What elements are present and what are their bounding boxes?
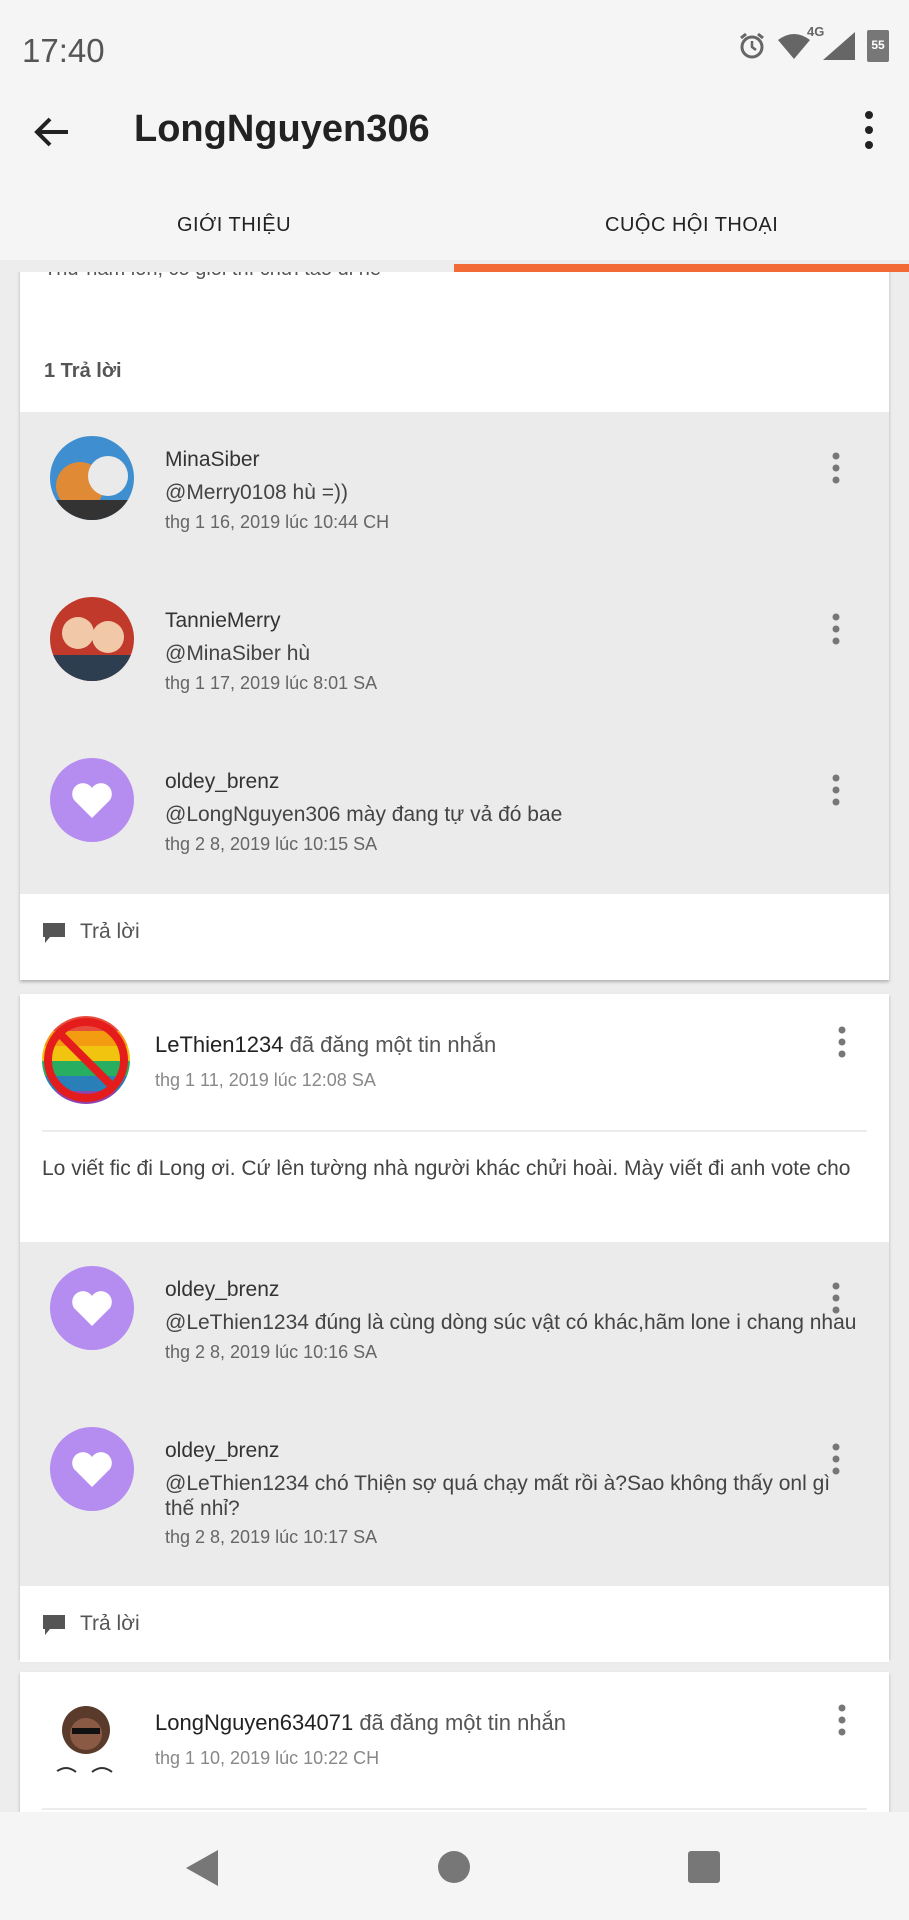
nav-recents-icon[interactable] — [687, 1850, 721, 1884]
reply-author[interactable]: oldey_brenz — [165, 1439, 279, 1463]
reply-text: @LeThien1234 đúng là cùng dòng súc vật c… — [165, 1311, 857, 1334]
app-bar: LongNguyen306 GIỚI THIỆU CUỘC HỘI THOẠI — [0, 100, 909, 272]
avatar[interactable] — [50, 758, 134, 842]
post-author[interactable]: LeThien1234 — [155, 1032, 283, 1057]
arrow-left-icon[interactable] — [30, 110, 74, 154]
divider — [42, 1808, 867, 1810]
avatar[interactable] — [50, 1427, 134, 1511]
post-time: thg 1 10, 2019 lúc 10:22 CH — [155, 1748, 380, 1768]
tab-indicator — [454, 264, 909, 272]
avatar[interactable] — [50, 436, 134, 520]
reply-list: oldey_brenz @LeThien1234 đúng là cùng dò… — [20, 1242, 889, 1586]
reply-author[interactable]: oldey_brenz — [165, 1278, 279, 1302]
page-title: LongNguyen306 — [134, 108, 430, 150]
message-card: LongNguyen634071 đã đăng một tin nhắn th… — [20, 1672, 889, 1812]
reply-item: MinaSiber @Merry0108 hù =)) thg 1 16, 20… — [20, 412, 889, 572]
message-card: Thứ năm lồn, có giỏi thì chửi tao đi nè … — [20, 272, 889, 980]
reply-button-label: Trả lời — [80, 1612, 140, 1635]
post-author[interactable]: LongNguyen634071 — [155, 1710, 353, 1735]
reply-item: oldey_brenz @LeThien1234 đúng là cùng dò… — [20, 1242, 889, 1402]
reply-button[interactable]: Trả lời — [20, 894, 889, 970]
reply-author[interactable]: TannieMerry — [165, 609, 281, 633]
avatar[interactable] — [42, 1016, 130, 1104]
reply-time: thg 2 8, 2019 lúc 10:15 SA — [165, 834, 378, 854]
avatar[interactable] — [50, 1266, 134, 1350]
more-vert-icon[interactable] — [837, 1704, 847, 1736]
wifi-icon — [778, 34, 810, 59]
tab-conversations[interactable]: CUỘC HỘI THOẠI — [605, 214, 778, 237]
more-vert-icon[interactable] — [831, 1282, 841, 1314]
message-body: Lo viết fic đi Long ơi. Cứ lên tường nhà… — [42, 1157, 851, 1180]
comment-icon — [43, 923, 65, 943]
more-vert-icon[interactable] — [831, 1443, 841, 1475]
post-header: LongNguyen634071 đã đăng một tin nhắn — [155, 1710, 566, 1736]
conversation-feed[interactable]: Thứ năm lồn, có giỏi thì chửi tao đi nè … — [0, 272, 909, 1812]
reply-author[interactable]: oldey_brenz — [165, 770, 279, 794]
post-action: đã đăng một tin nhắn — [359, 1710, 567, 1735]
reply-time: thg 1 16, 2019 lúc 10:44 CH — [165, 512, 390, 532]
reply-author[interactable]: MinaSiber — [165, 448, 260, 472]
reply-text: @Merry0108 hù =)) — [165, 481, 348, 504]
post-header: LeThien1234 đã đăng một tin nhắn — [155, 1032, 496, 1058]
battery-level: 55 — [871, 38, 885, 52]
network-type: 4G — [807, 24, 825, 39]
battery-icon: 55 — [867, 30, 889, 62]
reply-button-label: Trả lời — [80, 920, 140, 943]
cell-signal-icon: 4G — [807, 24, 857, 62]
reply-list: MinaSiber @Merry0108 hù =)) thg 1 16, 20… — [20, 412, 889, 894]
more-vert-icon[interactable] — [837, 1026, 847, 1058]
nav-back-icon[interactable] — [184, 1848, 220, 1888]
message-card: LeThien1234 đã đăng một tin nhắn thg 1 1… — [20, 994, 889, 1662]
more-vert-icon[interactable] — [831, 452, 841, 484]
reply-count[interactable]: 1 Trả lời — [44, 360, 122, 383]
divider — [42, 1130, 867, 1132]
nav-home-icon[interactable] — [437, 1850, 471, 1884]
comment-icon — [43, 1615, 65, 1635]
status-bar: 17:40 4G 55 — [0, 0, 909, 100]
reply-button[interactable]: Trả lời — [20, 1586, 889, 1662]
message-body: Thứ năm lồn, có giỏi thì chửi tao đi nè — [44, 272, 381, 281]
reply-text: @LongNguyen306 mày đang tự vả đó bae — [165, 803, 563, 826]
reply-time: thg 2 8, 2019 lúc 10:17 SA — [165, 1527, 378, 1547]
avatar[interactable] — [42, 1694, 130, 1782]
more-vert-icon[interactable] — [861, 110, 877, 150]
reply-item: oldey_brenz @LongNguyen306 mày đang tự v… — [20, 734, 889, 894]
reply-text: @LeThien1234 chó Thiện sợ quá chạy mất r… — [165, 1472, 831, 1520]
alarm-icon — [740, 32, 764, 59]
reply-time: thg 1 17, 2019 lúc 8:01 SA — [165, 673, 378, 693]
tab-intro[interactable]: GIỚI THIỆU — [177, 214, 291, 237]
more-vert-icon[interactable] — [831, 613, 841, 645]
post-time: thg 1 11, 2019 lúc 12:08 SA — [155, 1070, 376, 1090]
system-nav-bar — [0, 1812, 909, 1920]
reply-time: thg 2 8, 2019 lúc 10:16 SA — [165, 1342, 378, 1362]
reply-item: oldey_brenz @LeThien1234 chó Thiện sợ qu… — [20, 1403, 889, 1586]
reply-text: @MinaSiber hù — [165, 642, 311, 665]
status-time: 17:40 — [22, 32, 105, 69]
reply-item: TannieMerry @MinaSiber hù thg 1 17, 2019… — [20, 573, 889, 733]
post-action: đã đăng một tin nhắn — [289, 1032, 497, 1057]
more-vert-icon[interactable] — [831, 774, 841, 806]
avatar[interactable] — [50, 597, 134, 681]
status-icons: 4G 55 — [737, 24, 889, 62]
